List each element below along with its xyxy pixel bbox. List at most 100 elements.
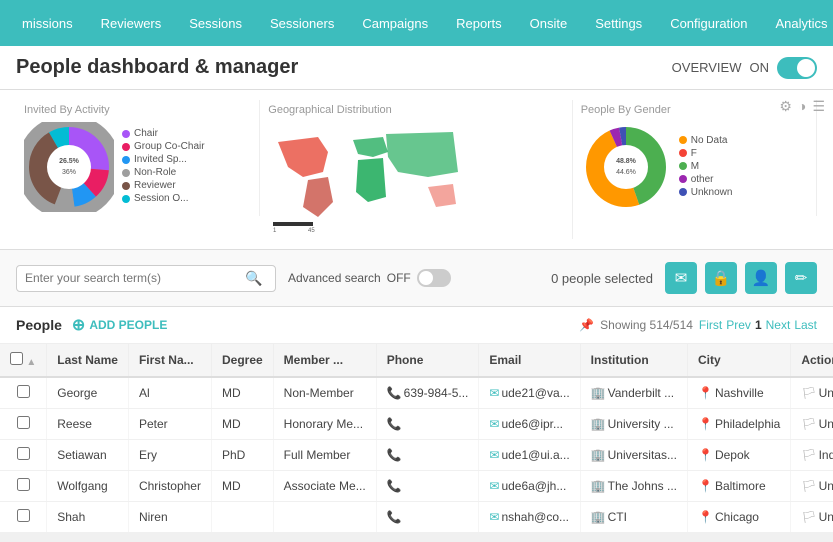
table-row: Wolfgang Christopher MD Associate Me... … xyxy=(0,471,833,502)
overview-switch[interactable] xyxy=(777,57,817,79)
nav-sessions[interactable]: Sessions xyxy=(175,0,256,46)
prev-page-link[interactable]: Prev xyxy=(726,318,751,332)
row-checkbox[interactable] xyxy=(17,478,30,491)
col-degree[interactable]: Degree xyxy=(211,344,273,377)
row-checkbox-cell[interactable] xyxy=(0,440,47,471)
table-row: George Al MD Non-Member 📞639-984-5... ✉u… xyxy=(0,377,833,409)
toggle-thumb xyxy=(797,59,815,77)
row-checkbox-cell[interactable] xyxy=(0,502,47,533)
cell-country: 🏳United Sta xyxy=(791,471,833,502)
col-institution[interactable]: Institution xyxy=(580,344,687,377)
cell-city: 📍Baltimore xyxy=(688,471,791,502)
cell-phone: 📞 xyxy=(376,471,479,502)
list-icon[interactable]: ☰ xyxy=(812,98,825,115)
nav-missions[interactable]: missions xyxy=(8,0,87,46)
cell-phone: 📞 xyxy=(376,502,479,533)
cell-country: 🏳Indonesia xyxy=(791,440,833,471)
showing-label: Showing 514/514 xyxy=(600,318,693,332)
table-row: Setiawan Ery PhD Full Member 📞 ✉ude1@ui.… xyxy=(0,440,833,471)
chart2-title: Geographical Distribution xyxy=(268,104,563,116)
edit-action-icon[interactable]: ✏ xyxy=(785,262,817,294)
lock-action-icon[interactable]: 🔒 xyxy=(705,262,737,294)
col-phone[interactable]: Phone xyxy=(376,344,479,377)
top-nav: missions Reviewers Sessions Sessioners C… xyxy=(0,0,833,46)
chart1-title: Invited By Activity xyxy=(24,104,251,116)
cell-city: 📍Chicago xyxy=(688,502,791,533)
email-action-icon[interactable]: ✉ xyxy=(665,262,697,294)
row-checkbox[interactable] xyxy=(17,509,30,522)
col-first-name[interactable]: First Na... xyxy=(128,344,211,377)
cell-phone: 📞639-984-5... xyxy=(376,377,479,409)
add-people-label: ADD PEOPLE xyxy=(89,318,167,332)
row-checkbox-cell[interactable] xyxy=(0,377,47,409)
search-input[interactable] xyxy=(25,271,245,285)
nav-reviewers[interactable]: Reviewers xyxy=(87,0,176,46)
select-all-header[interactable]: ▲ xyxy=(0,344,47,377)
overview-on-label: ON xyxy=(750,60,770,75)
svg-text:26.5%: 26.5% xyxy=(59,158,80,165)
nav-sessioners[interactable]: Sessioners xyxy=(256,0,348,46)
table-header-row: ▲ Last Name First Na... Degree Member ..… xyxy=(0,344,833,377)
cell-country: 🏳United Sta xyxy=(791,502,833,533)
table-body: George Al MD Non-Member 📞639-984-5... ✉u… xyxy=(0,377,833,533)
people-header: People ⊕ ADD PEOPLE 📌 Showing 514/514 Fi… xyxy=(0,307,833,344)
cell-degree xyxy=(211,502,273,533)
cell-first-name: Christopher xyxy=(128,471,211,502)
cell-institution: 🏢Vanderbilt ... xyxy=(580,377,687,409)
cell-email: ✉ude6a@jh... xyxy=(479,471,580,502)
pie-icon[interactable]: ◑ xyxy=(798,98,806,115)
next-page-link[interactable]: Next xyxy=(766,318,791,332)
row-checkbox[interactable] xyxy=(17,385,30,398)
cell-first-name: Ery xyxy=(128,440,211,471)
nav-analytics[interactable]: Analytics xyxy=(762,0,833,46)
chart-geo: Geographical Distribution 1 45 xyxy=(260,100,572,239)
cell-degree: MD xyxy=(211,409,273,440)
cell-degree: PhD xyxy=(211,440,273,471)
row-checkbox[interactable] xyxy=(17,416,30,429)
search-bar: 🔍 Advanced search OFF 0 people selected … xyxy=(0,250,833,307)
gear-icon[interactable]: ⚙ xyxy=(779,98,792,115)
advanced-off-label: OFF xyxy=(387,271,411,285)
person-action-icon[interactable]: 👤 xyxy=(745,262,777,294)
advanced-search-toggle[interactable] xyxy=(417,269,451,287)
table-row: Reese Peter MD Honorary Me... 📞 ✉ude6@ip… xyxy=(0,409,833,440)
cell-phone: 📞 xyxy=(376,440,479,471)
row-checkbox[interactable] xyxy=(17,447,30,460)
cell-first-name: Peter xyxy=(128,409,211,440)
nav-onsite[interactable]: Onsite xyxy=(516,0,582,46)
nav-reports[interactable]: Reports xyxy=(442,0,516,46)
select-all-checkbox[interactable] xyxy=(10,352,23,365)
plus-icon: ⊕ xyxy=(72,315,85,335)
nav-settings[interactable]: Settings xyxy=(581,0,656,46)
cell-phone: 📞 xyxy=(376,409,479,440)
col-city[interactable]: City xyxy=(688,344,791,377)
search-input-wrap: 🔍 xyxy=(16,265,276,292)
last-page-link[interactable]: Last xyxy=(794,318,817,332)
people-table-container: ▲ Last Name First Na... Degree Member ..… xyxy=(0,344,833,533)
people-label: People xyxy=(16,317,62,333)
cell-last-name: Reese xyxy=(47,409,129,440)
page-title: People dashboard & manager xyxy=(16,56,298,79)
cell-degree: MD xyxy=(211,377,273,409)
page-header: People dashboard & manager OVERVIEW ON xyxy=(0,46,833,90)
svg-text:36%: 36% xyxy=(62,169,76,176)
cell-country: 🏳United Sta xyxy=(791,377,833,409)
col-email[interactable]: Email xyxy=(479,344,580,377)
cell-institution: 🏢The Johns ... xyxy=(580,471,687,502)
row-checkbox-cell[interactable] xyxy=(0,409,47,440)
pie-chart-3: 48.8% 44.6% xyxy=(581,122,671,212)
row-checkbox-cell[interactable] xyxy=(0,471,47,502)
nav-configuration[interactable]: Configuration xyxy=(656,0,761,46)
search-icon[interactable]: 🔍 xyxy=(245,270,262,287)
first-page-link[interactable]: First xyxy=(699,318,722,332)
cell-city: 📍Philadelphia xyxy=(688,409,791,440)
nav-campaigns[interactable]: Campaigns xyxy=(348,0,442,46)
pin-icon: 📌 xyxy=(579,318,594,332)
people-table: ▲ Last Name First Na... Degree Member ..… xyxy=(0,344,833,533)
col-last-name[interactable]: Last Name xyxy=(47,344,129,377)
col-member[interactable]: Member ... xyxy=(273,344,376,377)
svg-text:44.6%: 44.6% xyxy=(616,169,636,176)
add-people-button[interactable]: ⊕ ADD PEOPLE xyxy=(72,315,167,335)
cell-first-name: Niren xyxy=(128,502,211,533)
sort-icon: ▲ xyxy=(26,357,36,368)
